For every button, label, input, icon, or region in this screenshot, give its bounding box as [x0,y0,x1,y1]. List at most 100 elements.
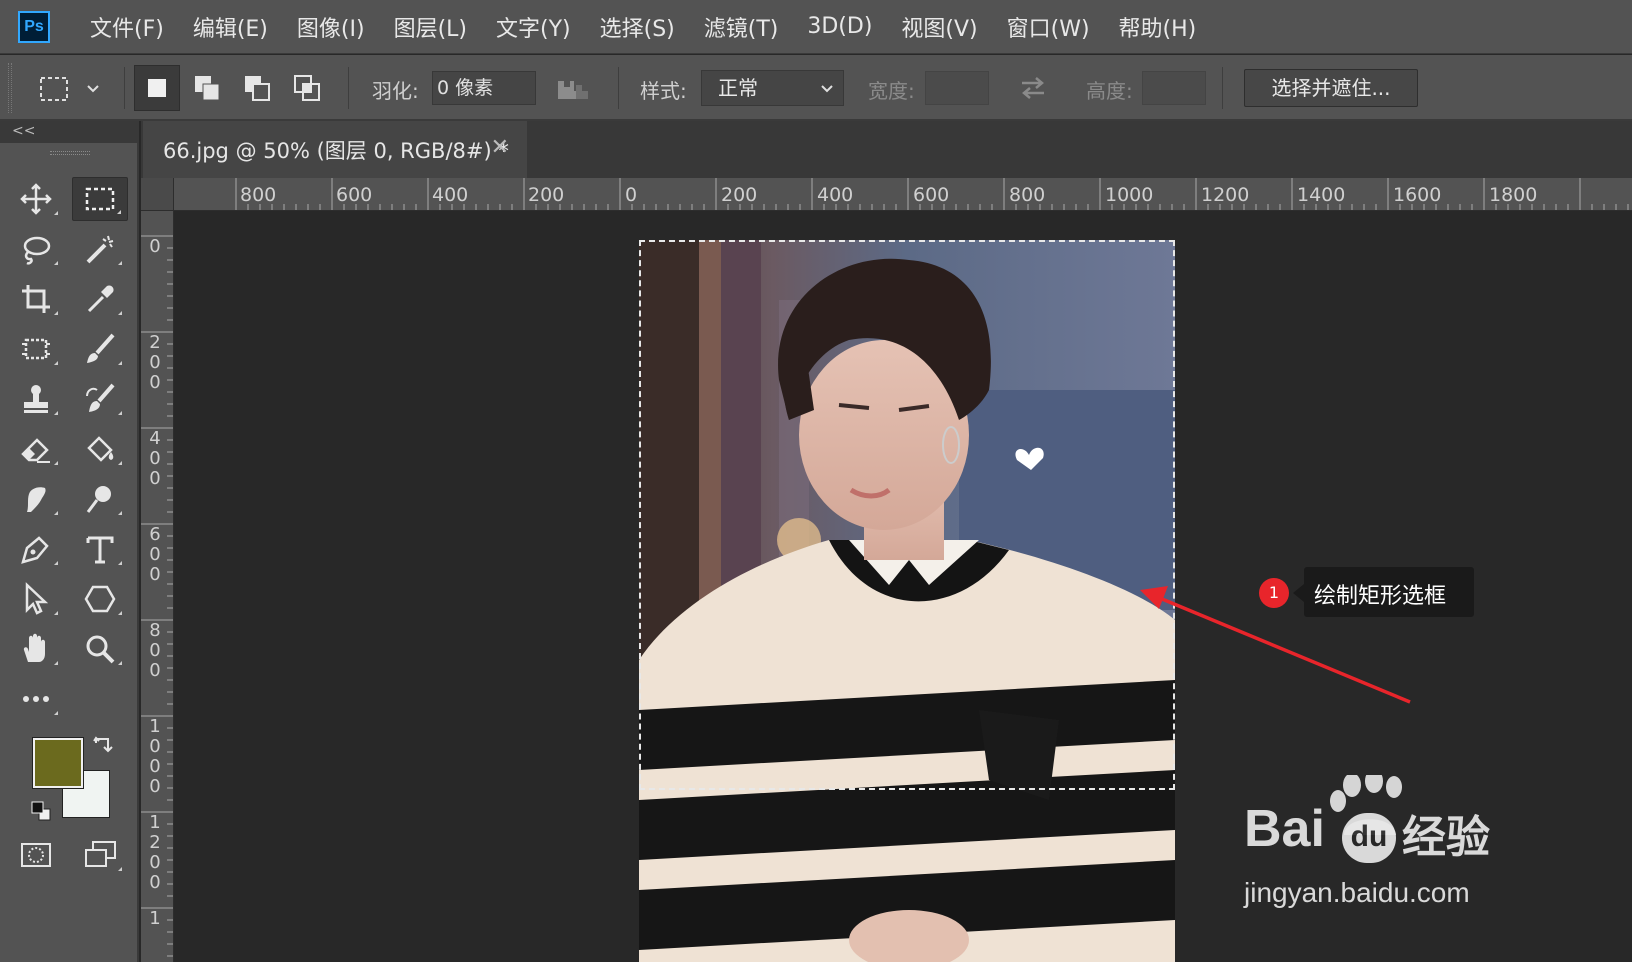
feather-input[interactable]: 0 像素 [432,71,536,105]
horizontal-ruler[interactable]: 800 600 400 200 0 200 400 600 800 1000 1… [141,178,1632,211]
rect-marquee-icon [85,187,115,211]
ruler-v-label: 2 0 0 [149,332,161,393]
hand-icon [23,633,45,662]
step-number-badge: 1 [1259,578,1289,608]
ruler-h-label: 800 [240,184,277,206]
ruler-v-label: 1 0 0 0 [149,716,161,797]
ruler-v-label: 1 [149,908,161,929]
toolbar-collapse[interactable]: << [0,121,139,143]
type-tool[interactable] [72,527,128,571]
ruler-h-label: 400 [432,184,469,206]
default-colors-icon[interactable] [30,800,52,822]
quick-mask-button[interactable] [8,833,64,877]
edit-toolbar[interactable] [8,677,64,721]
brush-icon [87,333,115,363]
toolbar-grip[interactable] [50,151,90,155]
crop-tool[interactable] [8,277,64,321]
new-selection-icon [148,79,166,97]
zoom-tool[interactable] [72,627,128,671]
frame-tool[interactable] [8,327,64,371]
height-input[interactable] [1142,71,1206,105]
screen-mode-button[interactable] [72,833,128,877]
history-brush-tool[interactable] [72,377,128,421]
options-grip[interactable] [8,63,12,113]
arrow-cursor-icon [25,582,49,615]
subtract-selection-button[interactable] [234,65,280,111]
ruler-h-label: 1800 [1489,184,1538,206]
menu-layer[interactable]: 图层(L) [394,11,467,43]
dodge-icon [86,486,111,513]
chevron-down-icon [821,85,833,93]
pen-tool[interactable] [8,527,64,571]
document-tab-bar: 66.jpg @ 50% (图层 0, RGB/8#) * ✕ [141,121,1632,178]
foreground-color-swatch[interactable] [32,737,84,789]
magic-wand-icon [86,235,114,264]
brush-tool[interactable] [72,327,128,371]
eyedropper-tool[interactable] [72,277,128,321]
anti-alias-icon[interactable] [556,73,596,103]
separator [124,67,125,109]
menu-file[interactable]: 文件(F) [90,11,164,43]
eraser-icon [21,438,50,463]
swap-colors-icon[interactable] [92,735,114,757]
height-label: 高度: [1086,79,1133,103]
ruler-v-label: 8 0 0 [149,620,161,681]
frame-icon [22,338,50,360]
chevron-down-icon [87,85,99,93]
rectangular-marquee-tool[interactable] [72,177,128,221]
tools-panel [0,143,139,962]
magic-wand-tool[interactable] [72,227,128,271]
menu-filter[interactable]: 滤镜(T) [704,11,779,43]
smudge-icon [27,487,46,512]
swap-dimensions-icon[interactable] [1016,73,1050,103]
new-selection-button[interactable] [134,65,180,111]
tool-preset-picker[interactable] [36,69,112,109]
hand-tool[interactable] [8,627,64,671]
menu-help[interactable]: 帮助(H) [1119,11,1197,43]
document-tab-title: 66.jpg @ 50% (图层 0, RGB/8#) * [163,138,509,163]
ruler-h-label: 1000 [1105,184,1154,206]
menu-view[interactable]: 视图(V) [901,11,977,43]
ruler-h-label: 0 [625,184,638,206]
baidu-jingyan-watermark: Bai du 经验 jingyan.baidu.com [1244,775,1534,925]
path-selection-tool[interactable] [8,577,64,621]
add-selection-button[interactable] [184,65,230,111]
width-input[interactable] [925,71,989,105]
close-icon[interactable]: ✕ [491,135,509,160]
move-tool[interactable] [8,177,64,221]
intersect-selection-button[interactable] [284,65,330,111]
vertical-ruler[interactable]: 0 2 0 0 4 0 0 6 0 0 8 0 0 1 0 0 0 1 2 0 … [141,211,174,962]
menu-3d[interactable]: 3D(D) [807,14,872,39]
style-label: 样式: [640,79,687,103]
style-select[interactable]: 正常 [701,70,844,106]
add-selection-icon [195,76,220,101]
intersect-selection-icon [294,75,320,101]
menu-type[interactable]: 文字(Y) [496,11,571,43]
paint-bucket-tool[interactable] [72,427,128,471]
select-and-mask-button[interactable]: 选择并遮住... [1244,69,1418,107]
shape-tool[interactable] [72,577,128,621]
history-brush-icon [86,383,115,412]
options-bar: 羽化: 0 像素 样式: 正常 宽度: 高度: 选择并遮住... [0,55,1632,121]
menu-edit[interactable]: 编辑(E) [193,11,268,43]
clone-stamp-tool[interactable] [8,377,64,421]
ruler-h-label: 200 [528,184,565,206]
menu-select[interactable]: 选择(S) [600,11,675,43]
smudge-tool[interactable] [8,477,64,521]
ruler-h-label: 600 [913,184,950,206]
annotation-text: 绘制矩形选框 [1314,584,1447,609]
ruler-origin[interactable] [141,178,174,211]
marquee-selection[interactable] [639,240,1175,790]
ruler-h-label: 1200 [1201,184,1250,206]
ruler-h-label: 1400 [1297,184,1346,206]
watermark-du-badge: du [1342,813,1396,863]
ruler-v-label: 1 2 0 0 [149,812,161,893]
separator [618,67,619,109]
menu-window[interactable]: 窗口(W) [1007,11,1090,43]
lasso-tool[interactable] [8,227,64,271]
document-tab[interactable]: 66.jpg @ 50% (图层 0, RGB/8#) * ✕ [143,121,527,178]
menu-image[interactable]: 图像(I) [297,11,365,43]
subtract-selection-icon [245,76,270,101]
eraser-tool[interactable] [8,427,64,471]
dodge-tool[interactable] [72,477,128,521]
